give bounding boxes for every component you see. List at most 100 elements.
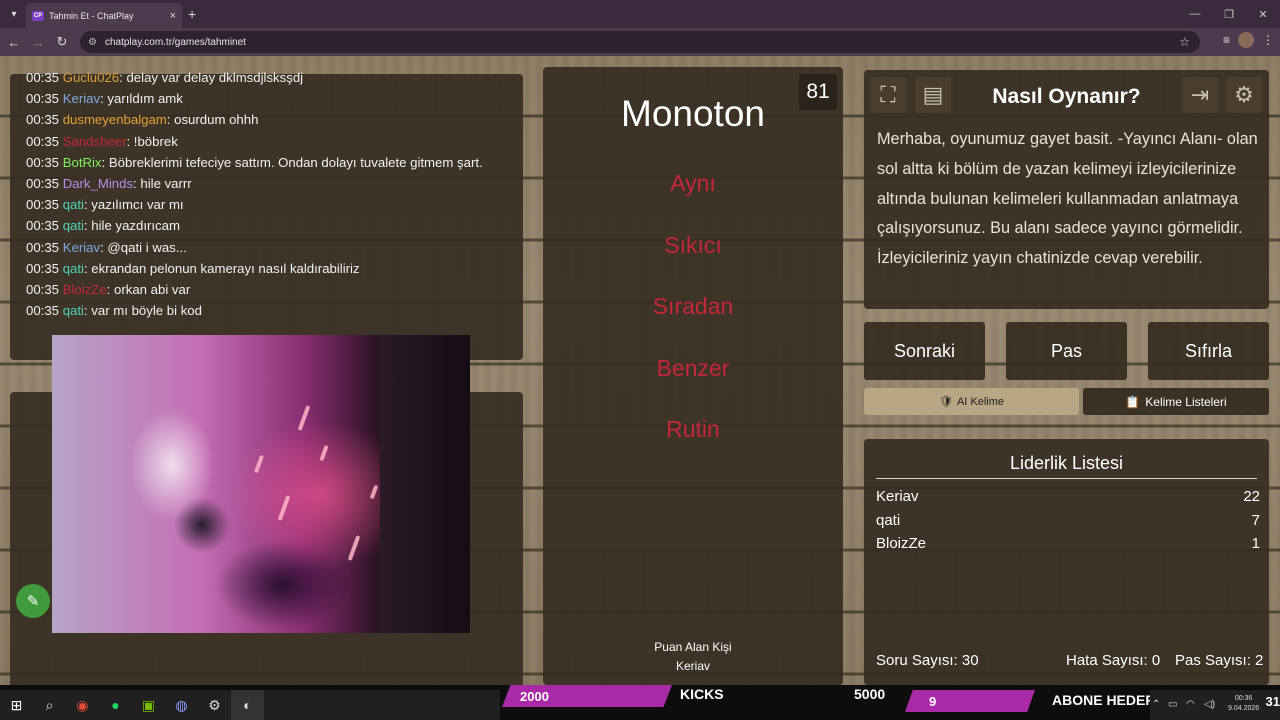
settings-icon[interactable]: ⚙ <box>198 690 231 720</box>
reset-button[interactable]: Sıfırla <box>1148 322 1269 380</box>
clock-date: 9.04.2026 <box>1228 705 1260 712</box>
tray-icon[interactable]: ⌃ <box>1152 699 1160 710</box>
chat-username[interactable]: qati <box>63 261 84 276</box>
question-count: Soru Sayısı: 30 <box>876 652 979 669</box>
windows-taskbar: ⊞ ⌕ ◉ ● ▣ ◍ ⚙ ◐ <box>0 690 500 720</box>
chat-message: 00:35 Guclu026: delay var delay dklmsdjl… <box>26 67 507 88</box>
chat-text: : @qati i was... <box>100 239 187 255</box>
pass-button[interactable]: Pas <box>1006 322 1127 380</box>
profile-avatar[interactable] <box>1238 32 1254 48</box>
forbidden-word: Sıkıcı <box>664 232 722 258</box>
chat-time: 00:35 <box>26 70 60 85</box>
address-bar[interactable]: ⚙ chatplay.com.tr/games/tahminet ☆ <box>80 31 1200 53</box>
chat-username[interactable]: BotRix <box>63 155 102 170</box>
leaderboard-title: Liderlik Listesi <box>876 453 1257 479</box>
nvidia-icon[interactable]: ▣ <box>132 690 165 720</box>
close-window-icon[interactable]: ✕ <box>1246 0 1280 28</box>
chat-username[interactable]: qati <box>63 197 84 212</box>
chat-username[interactable]: Sandsheer <box>63 134 127 149</box>
clock[interactable]: 00:36 9.04.2026 <box>1228 694 1259 714</box>
chat-username[interactable]: BloizZe <box>63 282 107 297</box>
browser-toolbar: ← → ↻ ⚙ chatplay.com.tr/games/tahminet ☆… <box>0 28 1280 56</box>
player-name: BloizZe <box>876 535 927 552</box>
chat-text: : orkan abi var <box>106 282 191 298</box>
windows-start-icon[interactable]: ⊞ <box>0 690 33 720</box>
chat-username[interactable]: Guclu026 <box>63 70 119 85</box>
chat-username[interactable]: Keriav <box>63 240 100 255</box>
minimize-icon[interactable]: — <box>1178 0 1212 28</box>
chat-text: : osurdum ohhh <box>166 112 259 128</box>
chat-time: 00:35 <box>26 133 60 149</box>
chat-text: : yarıldım amk <box>100 91 183 107</box>
game-panel: Monoton 81 Aynı Sıkıcı Sıradan Benzer Ru… <box>543 67 843 685</box>
chat-username[interactable]: qati <box>63 303 84 318</box>
chat-message: 00:35 Keriav: @qati i was... <box>26 237 507 258</box>
back-icon[interactable]: ← <box>2 35 26 50</box>
network-icon[interactable]: ▭ <box>1168 699 1177 710</box>
chrome-icon[interactable]: ◉ <box>66 690 99 720</box>
chat-text: : hile yazdırıcam <box>83 218 180 234</box>
media-icon[interactable]: ≡ <box>1223 33 1230 47</box>
word-lists-button[interactable]: 📋 Kelime Listeleri <box>1083 388 1269 415</box>
chat-text: : delay var delay dklmsdjlsksşdj <box>119 70 304 85</box>
kicks-goal: 5000 <box>854 686 886 702</box>
discord-icon[interactable]: ◍ <box>165 690 198 720</box>
chat-time: 00:35 <box>26 176 60 192</box>
kicks-label: KICKS <box>680 686 724 702</box>
leaderboard-row: Keriav 22 <box>876 488 1260 505</box>
error-count: Hata Sayısı: 0 <box>1066 652 1161 669</box>
player-score: 1 <box>1251 535 1260 552</box>
chat-text: : Böbreklerimi tefeciye sattım. Ondan do… <box>101 154 483 170</box>
chat-message: 00:35 qati: ekrandan pelonun kamerayı na… <box>26 258 507 279</box>
wifi-icon[interactable]: ◠ <box>1186 699 1195 710</box>
ai-word-button[interactable]: 🛡 AI Kelime <box>864 388 1079 415</box>
robot-icon: 🛡 <box>938 396 953 408</box>
leaderboard-row: qati 7 <box>876 512 1260 529</box>
chat-panel: 00:35 Guclu026: delay var delay dklmsdjl… <box>10 70 523 360</box>
chat-text: : var mı böyle bi kod <box>83 303 202 319</box>
volume-icon[interactable]: ◁) <box>1204 699 1215 710</box>
chat-message: 00:35 BotRix: Böbreklerimi tefeciye satt… <box>26 152 496 173</box>
clock-time: 00:36 <box>1234 695 1253 702</box>
scorer-label: Puan Alan Kişi <box>654 640 732 654</box>
tab-tahmin-et[interactable]: CP Tahmin Et - ChatPlay × <box>26 3 182 28</box>
clipboard-icon: 📋 <box>1125 394 1141 409</box>
chat-username[interactable]: Keriav <box>63 91 100 106</box>
forbidden-word: Benzer <box>656 355 730 381</box>
forward-icon[interactable]: → <box>26 35 50 50</box>
howto-title: Nasıl Oynanır? <box>992 85 1141 108</box>
url-text: chatplay.com.tr/games/tahminet <box>104 36 246 48</box>
tab-search-icon[interactable]: ▾ <box>0 0 28 28</box>
howto-panel: ⛶ ▤ ⇥ ⚙ Nasıl Oynanır? Merhaba, oyunumuz… <box>864 70 1269 309</box>
leaderboard-panel: Liderlik Listesi Keriav 22 qati 7 BloizZ… <box>864 439 1269 685</box>
ai-word-label: AI Kelime <box>956 395 1005 408</box>
chat-time: 00:35 <box>26 260 60 276</box>
chat-time: 00:35 <box>26 112 60 128</box>
spotify-icon[interactable]: ● <box>99 690 132 720</box>
chat-username[interactable]: Dark_Minds <box>63 176 133 191</box>
window-controls: — ❐ ✕ <box>1178 0 1280 28</box>
kicks-progress: 2000 <box>502 685 672 707</box>
menu-kebab-icon[interactable]: ⋮ <box>1262 33 1274 47</box>
close-tab-icon[interactable]: × <box>170 10 176 22</box>
chat-message: 00:35 Dark_Minds: hile varrr <box>26 173 507 194</box>
next-button[interactable]: Sonraki <box>864 322 985 380</box>
chat-text: : ekrandan pelonun kamerayı nasıl kaldır… <box>83 260 360 276</box>
chat-text: : hile varrr <box>133 176 192 192</box>
paint-brush-icon[interactable]: ✎ <box>16 584 50 618</box>
bookmark-star-icon[interactable]: ☆ <box>1179 35 1190 49</box>
chat-text: : !böbrek <box>126 133 178 149</box>
tab-title: Tahmin Et - ChatPlay <box>49 10 134 21</box>
chat-username[interactable]: dusmeyenbalgam <box>63 112 167 127</box>
search-icon[interactable]: ⌕ <box>33 690 66 720</box>
secret-word: Monoton <box>621 93 765 134</box>
restore-icon[interactable]: ❐ <box>1212 0 1246 28</box>
chat-username[interactable]: qati <box>63 218 84 233</box>
reload-icon[interactable]: ↻ <box>50 34 74 50</box>
obs-icon[interactable]: ◐ <box>231 690 264 720</box>
chat-message: 00:35 qati: var mı böyle bi kod <box>26 300 507 321</box>
leaderboard-row: BloizZe 1 <box>876 535 1260 552</box>
chat-time: 00:35 <box>26 197 60 213</box>
site-info-icon[interactable]: ⚙ <box>88 37 97 48</box>
new-tab-icon[interactable]: + <box>188 6 196 22</box>
